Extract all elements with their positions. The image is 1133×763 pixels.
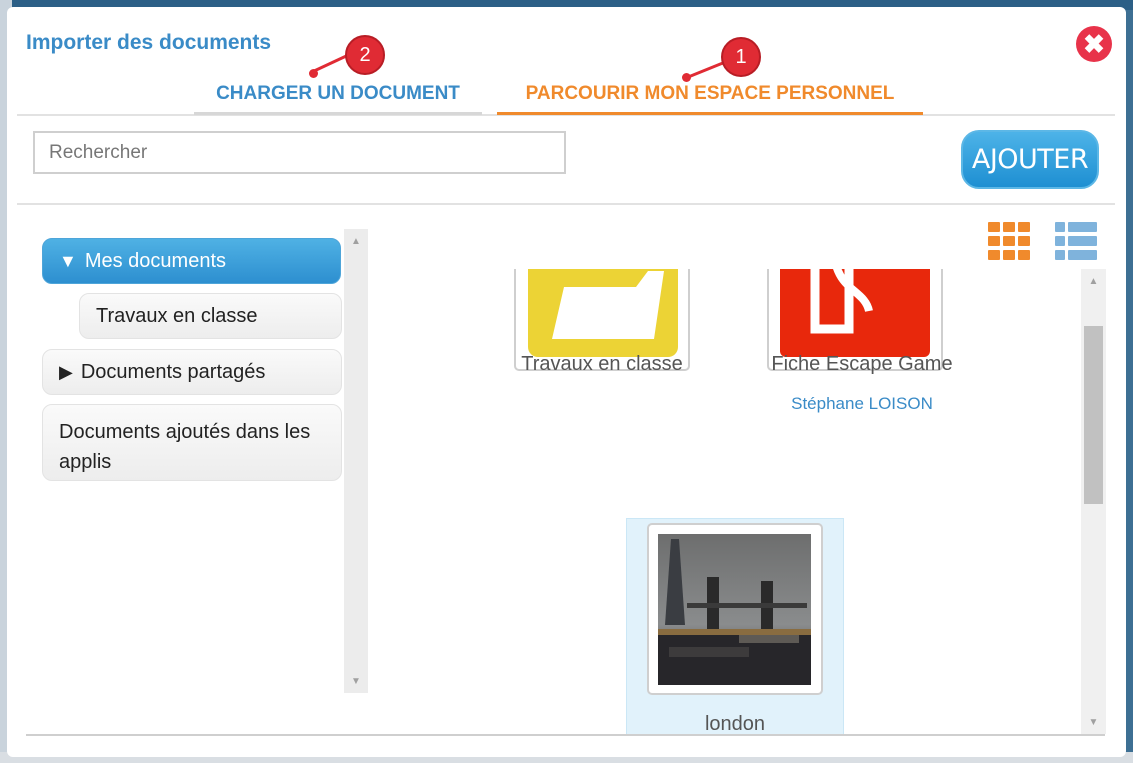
add-button[interactable]: AJOUTER bbox=[961, 130, 1099, 189]
tab-upload-document[interactable]: CHARGER UN DOCUMENT bbox=[194, 82, 482, 115]
tree-item-documents-applis[interactable]: Documents ajoutés dans les applis bbox=[42, 404, 342, 481]
list-view-icon[interactable] bbox=[1055, 222, 1097, 260]
tree-item-label: Mes documents bbox=[84, 249, 226, 272]
london-photo-thumbnail bbox=[658, 534, 811, 685]
grid-view-icon[interactable] bbox=[988, 222, 1030, 260]
tree-item-label: Documents ajoutés dans les applis bbox=[59, 421, 311, 473]
close-button[interactable]: ✖ bbox=[1076, 26, 1112, 62]
document-name: london bbox=[704, 713, 766, 734]
marker-2-label: 2 bbox=[359, 43, 371, 66]
scroll-up-arrow-icon[interactable]: ▲ bbox=[1081, 271, 1106, 291]
documents-scrollbar[interactable]: ▲ ▼ bbox=[1081, 269, 1106, 734]
annotation-marker-2: 2 bbox=[345, 35, 385, 75]
tree-item-travaux-en-classe[interactable]: Travaux en classe bbox=[79, 293, 342, 339]
tree-item-label: Documents partagés bbox=[80, 360, 266, 383]
tree-item-label: Travaux en classe bbox=[96, 304, 258, 327]
document-thumbnail bbox=[647, 523, 823, 695]
scroll-up-arrow-icon[interactable]: ▲ bbox=[344, 231, 368, 251]
bottom-divider bbox=[26, 734, 1105, 736]
tree-item-mes-documents[interactable]: ▼ Mes documents bbox=[42, 238, 341, 284]
expand-triangle-icon[interactable]: ▶ bbox=[59, 362, 73, 383]
collapse-triangle-icon[interactable]: ▼ bbox=[59, 251, 77, 272]
search-input[interactable] bbox=[33, 131, 566, 174]
toolbar-divider bbox=[17, 203, 1115, 205]
tab-browse-personal-space[interactable]: PARCOURIR MON ESPACE PERSONNEL bbox=[497, 82, 923, 115]
document-owner[interactable]: Stéphane LOISON bbox=[757, 394, 967, 414]
document-item-fiche-escape-game[interactable]: Fiche Escape Game Stéphane LOISON bbox=[757, 269, 967, 429]
annotation-marker-1: 1 bbox=[721, 37, 761, 77]
close-icon: ✖ bbox=[1083, 29, 1105, 59]
dialog-title: Importer des documents bbox=[26, 31, 272, 54]
import-dialog: Importer des documents ✖ CHARGER UN DOCU… bbox=[7, 7, 1126, 757]
documents-grid: Travaux en classe Fiche Escape Game Stép… bbox=[387, 269, 1081, 734]
document-name: Travaux en classe bbox=[521, 353, 683, 375]
marker-2-dot bbox=[309, 69, 318, 78]
document-item-travaux[interactable]: Travaux en classe bbox=[507, 269, 707, 419]
document-name: Fiche Escape Game bbox=[771, 353, 953, 375]
scroll-down-arrow-icon[interactable]: ▼ bbox=[344, 671, 368, 691]
scrollbar-thumb[interactable] bbox=[1084, 326, 1103, 504]
marker-1-dot bbox=[682, 73, 691, 82]
tree-item-documents-partages[interactable]: ▶ Documents partagés bbox=[42, 349, 342, 395]
marker-1-label: 1 bbox=[735, 45, 747, 68]
tree-scrollbar[interactable]: ▲ ▼ bbox=[344, 229, 368, 693]
scroll-down-arrow-icon[interactable]: ▼ bbox=[1081, 712, 1106, 732]
document-item-london[interactable]: london bbox=[626, 518, 844, 734]
